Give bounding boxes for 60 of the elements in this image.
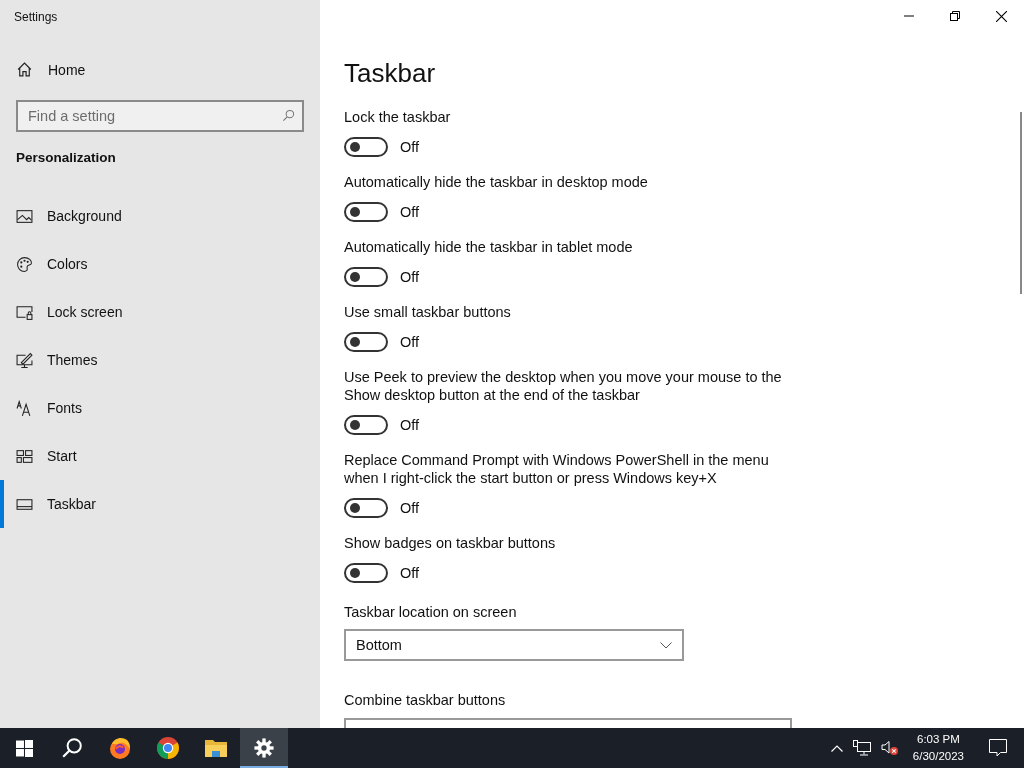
restore-icon <box>950 11 960 21</box>
gear-icon <box>254 738 274 758</box>
taskbar-button[interactable] <box>240 728 288 768</box>
fonts-icon <box>16 399 33 417</box>
window-title: Settings <box>13 9 59 26</box>
toggle-switch[interactable] <box>344 137 388 157</box>
start-tiles-icon <box>16 447 33 465</box>
sidebar-item[interactable]: Fonts <box>0 384 320 432</box>
section-heading: Personalization <box>16 150 117 165</box>
toggle-state: Off <box>400 565 420 581</box>
toggle-state: Off <box>400 334 420 350</box>
browser-globe-icon <box>108 736 132 760</box>
lock-screen-icon <box>16 303 33 321</box>
toggle-switch[interactable] <box>344 415 388 435</box>
toggle-switch[interactable] <box>344 498 388 518</box>
setting-label: Use Peek to preview the desktop when you move your mouse to the Show desktop button at the end of the taskbar <box>344 368 783 404</box>
sidebar-item[interactable]: Colors <box>0 240 320 288</box>
setting-label: Show badges on taskbar buttons <box>344 534 557 552</box>
clock[interactable]: 6:03 PM 6/30/2023 <box>908 731 968 765</box>
setting-label: Combine taskbar buttons <box>344 691 507 709</box>
toggle-state: Off <box>400 417 420 433</box>
close-icon <box>995 10 1007 22</box>
toggle-state: Off <box>400 204 420 220</box>
setting-label: Lock the taskbar <box>344 108 452 126</box>
chevron-down-icon <box>660 641 672 649</box>
toggle-state: Off <box>400 269 420 285</box>
setting-label: Automatically hide the taskbar in tablet mode <box>344 238 634 256</box>
home-link[interactable]: Home <box>16 61 86 78</box>
setting-label: Taskbar location on screen <box>344 603 518 621</box>
speaker-muted-icon[interactable] <box>880 740 899 756</box>
toggle-switch[interactable] <box>344 202 388 222</box>
setting-label: Replace Command Prompt with Windows PowerShell in the menu when I right-click the start button or press Windows key+X <box>344 451 770 487</box>
setting-label: Automatically hide the taskbar in desktop mode <box>344 173 649 191</box>
home-icon <box>16 61 33 78</box>
folder-icon <box>204 737 228 759</box>
setting-label: Use small taskbar buttons <box>344 303 512 321</box>
picture-icon <box>16 207 33 225</box>
browser-circle-icon <box>156 736 180 760</box>
chevron-up-icon[interactable] <box>830 744 843 752</box>
network-monitor-icon[interactable] <box>852 740 871 756</box>
sidebar-item[interactable]: Taskbar <box>0 480 320 528</box>
windows-logo-icon <box>15 739 33 757</box>
toggle-switch[interactable] <box>344 332 388 352</box>
sidebar-item[interactable]: Background <box>0 192 320 240</box>
toggle-state: Off <box>400 139 420 155</box>
search-icon <box>61 737 83 759</box>
sidebar-item[interactable]: Lock screen <box>0 288 320 336</box>
page-title: Taskbar <box>344 57 437 90</box>
toggle-state: Off <box>400 500 420 516</box>
toggle-switch[interactable] <box>344 267 388 287</box>
toggle-switch[interactable] <box>344 563 388 583</box>
sidebar-item[interactable]: Start <box>0 432 320 480</box>
speech-bubble-icon <box>989 739 1007 757</box>
themes-icon <box>16 351 33 369</box>
sidebar-item[interactable]: Themes <box>0 336 320 384</box>
palette-icon <box>16 255 33 273</box>
dropdown[interactable]: Bottom <box>344 629 684 661</box>
scrollbar[interactable] <box>1020 112 1022 294</box>
search-icon <box>282 109 295 122</box>
search-field[interactable]: Find a setting <box>16 100 304 132</box>
